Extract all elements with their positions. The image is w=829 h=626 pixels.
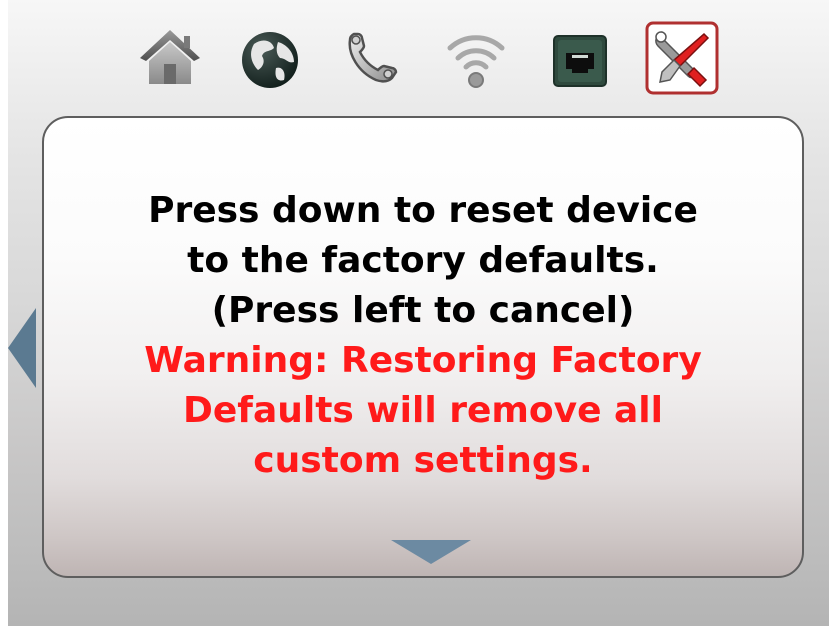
- lan-tab[interactable]: [542, 20, 618, 96]
- warning-line-1: Warning: Restoring Factory: [144, 340, 702, 381]
- warning-line-3: custom settings.: [253, 440, 593, 481]
- phone-icon: [348, 32, 398, 83]
- wifi-tab[interactable]: [438, 20, 514, 96]
- instruction-line-2: to the factory defaults.: [187, 240, 659, 281]
- ethernet-port-icon: [553, 35, 607, 87]
- home-tab[interactable]: [132, 20, 208, 96]
- globe-icon: [242, 32, 298, 88]
- device-screen: Press down to reset device to the factor…: [8, 0, 829, 626]
- tools-icon: [645, 21, 719, 95]
- instruction-line-1: Press down to reset device: [148, 190, 698, 231]
- warning-line-2: Defaults will remove all: [182, 390, 663, 431]
- reset-dialog: Press down to reset device to the factor…: [42, 116, 804, 578]
- top-icon-bar: [8, 0, 829, 110]
- tools-tab[interactable]: [644, 20, 720, 96]
- left-arrow-icon[interactable]: [8, 308, 36, 388]
- down-arrow-icon[interactable]: [391, 540, 471, 564]
- wifi-icon: [447, 35, 505, 88]
- home-icon: [140, 30, 200, 84]
- globe-tab[interactable]: [232, 20, 308, 96]
- phone-tab[interactable]: [336, 20, 412, 96]
- cancel-hint: (Press left to cancel): [211, 290, 635, 331]
